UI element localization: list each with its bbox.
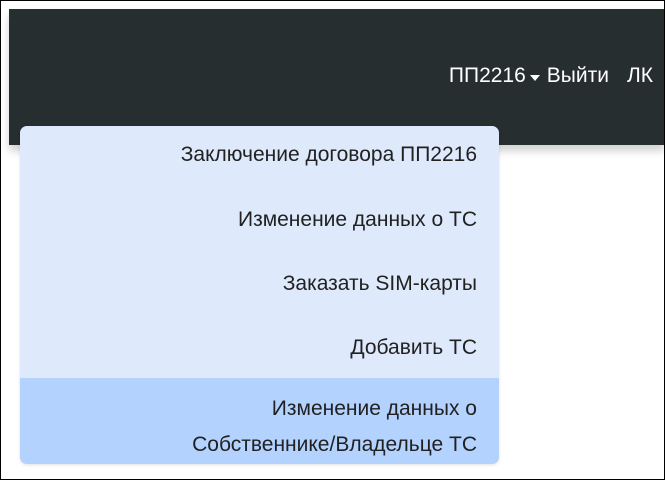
menu-item-change-owner-data[interactable]: Изменение данных о Собственнике/Владельц…: [20, 378, 499, 464]
menu-item-change-vehicle-data[interactable]: Изменение данных о ТС: [238, 208, 477, 232]
caret-down-icon: [529, 74, 540, 81]
menu-item-contract[interactable]: Заключение договора ПП2216: [181, 143, 477, 167]
pp2216-dropdown-toggle[interactable]: ПП2216: [449, 64, 540, 88]
pp2216-dropdown-label: ПП2216: [448, 64, 526, 87]
pp2216-dropdown-menu: Заключение договора ПП2216 Изменение дан…: [20, 126, 499, 464]
top-navbar: ПП2216 Выйти ЛК: [9, 9, 664, 145]
navbar-items: ПП2216 Выйти ЛК: [449, 64, 653, 88]
menu-item-change-owner-line2: Собственнике/Владельце ТС: [192, 433, 477, 456]
screenshot-frame: ПП2216 Выйти ЛК Заключение договора ПП22…: [0, 0, 665, 480]
lk-link[interactable]: ЛК: [627, 64, 653, 88]
logout-link[interactable]: Выйти: [547, 64, 609, 88]
menu-item-add-vehicle[interactable]: Добавить ТС: [350, 336, 477, 360]
menu-item-change-owner-line1: Изменение данных о: [271, 397, 477, 420]
menu-item-order-sim-cards[interactable]: Заказать SIM-карты: [283, 272, 477, 296]
